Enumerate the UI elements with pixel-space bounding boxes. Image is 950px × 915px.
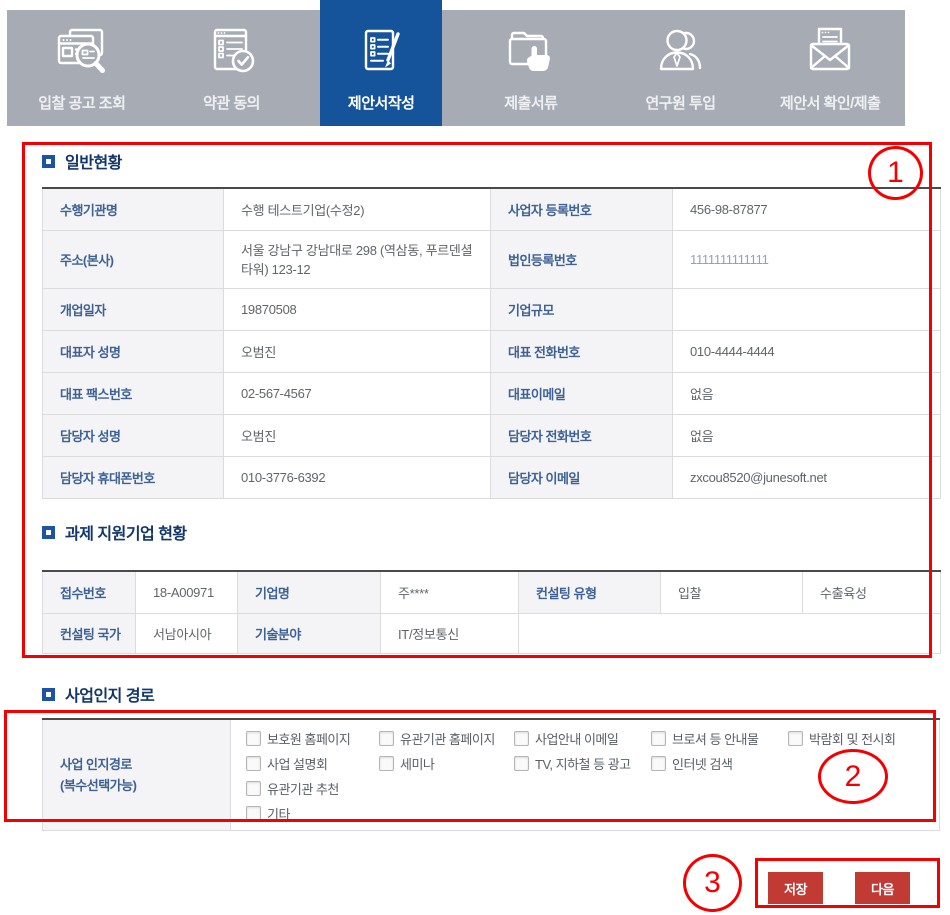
nav-label: 제안서작성 bbox=[348, 92, 415, 113]
annotation-box-2 bbox=[4, 710, 936, 822]
researchers-icon bbox=[653, 22, 709, 84]
section-title-recognition: 사업인지 경로 bbox=[42, 682, 154, 706]
nav-step-confirm-submit[interactable]: 제안서 확인/제출 bbox=[755, 10, 905, 126]
nav-step-terms-agree[interactable]: 약관 동의 bbox=[157, 10, 307, 126]
terms-check-icon bbox=[204, 22, 260, 84]
nav-label: 약관 동의 bbox=[203, 92, 260, 113]
nav-step-submit-documents[interactable]: 제출서류 bbox=[456, 10, 606, 126]
annotation-box-1 bbox=[22, 142, 932, 658]
documents-submit-icon bbox=[503, 22, 559, 84]
annotation-badge-2: 2 bbox=[818, 749, 888, 804]
nav-label: 제안서 확인/제출 bbox=[780, 92, 880, 113]
nav-step-researchers[interactable]: 연구원 투입 bbox=[606, 10, 756, 126]
annotation-box-3 bbox=[755, 858, 940, 908]
section-bullet-icon bbox=[42, 688, 55, 701]
proposal-write-icon bbox=[353, 22, 409, 84]
browser-search-icon bbox=[54, 22, 110, 84]
nav-label: 연구원 투입 bbox=[645, 92, 715, 113]
annotation-badge-1: 1 bbox=[868, 146, 923, 200]
nav-step-write-proposal[interactable]: 제안서작성 bbox=[306, 10, 456, 126]
envelope-confirm-icon bbox=[802, 22, 858, 84]
nav-step-bid-search[interactable]: 입찰 공고 조회 bbox=[7, 10, 157, 126]
nav-label: 제출서류 bbox=[504, 92, 557, 113]
annotation-badge-3: 3 bbox=[683, 854, 742, 912]
step-nav: 입찰 공고 조회 약관 동의 bbox=[7, 10, 905, 126]
nav-label: 입찰 공고 조회 bbox=[38, 92, 125, 113]
